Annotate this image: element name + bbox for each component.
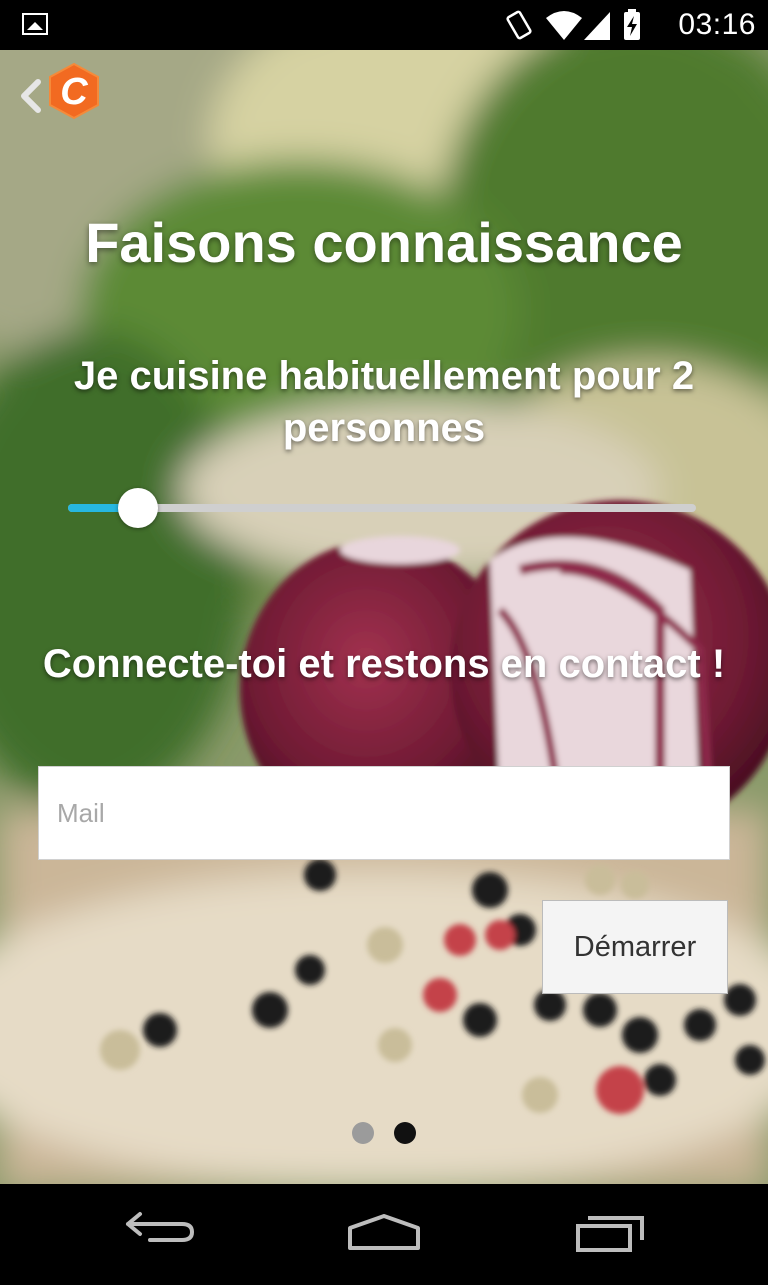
mail-input[interactable]	[38, 766, 730, 860]
page-dot-2[interactable]	[394, 1122, 416, 1144]
signal-icon	[584, 12, 610, 40]
vibrate-icon	[506, 10, 532, 40]
start-button[interactable]: Démarrer	[542, 900, 728, 994]
servings-label: Je cuisine habituellement pour 2 personn…	[73, 354, 695, 450]
slider-track[interactable]	[68, 504, 696, 512]
servings-slider[interactable]	[68, 488, 696, 528]
wifi-icon	[546, 11, 582, 40]
slider-thumb[interactable]	[118, 488, 158, 528]
status-bar: 03:16	[0, 0, 768, 50]
onboarding-screen: C Faisons connaissance Je cuisine habitu…	[0, 50, 768, 1184]
header: C	[0, 50, 768, 140]
battery-charging-icon	[624, 9, 640, 40]
clock: 03:16	[678, 8, 756, 41]
recents-icon[interactable]	[576, 1216, 644, 1252]
status-icons	[506, 9, 640, 40]
navigation-bar	[0, 1184, 768, 1280]
gallery-icon	[22, 13, 48, 35]
app-logo-icon[interactable]: C	[46, 62, 102, 120]
page-dot-1[interactable]	[352, 1122, 374, 1144]
back-icon[interactable]	[126, 1212, 194, 1242]
page-title: Faisons connaissance	[85, 211, 683, 274]
connect-label: Connecte-toi et restons en contact !	[42, 642, 726, 686]
chevron-left-icon[interactable]	[16, 76, 44, 116]
home-icon[interactable]	[348, 1214, 420, 1250]
page-indicator	[352, 1122, 422, 1146]
logo-letter: C	[60, 71, 88, 113]
